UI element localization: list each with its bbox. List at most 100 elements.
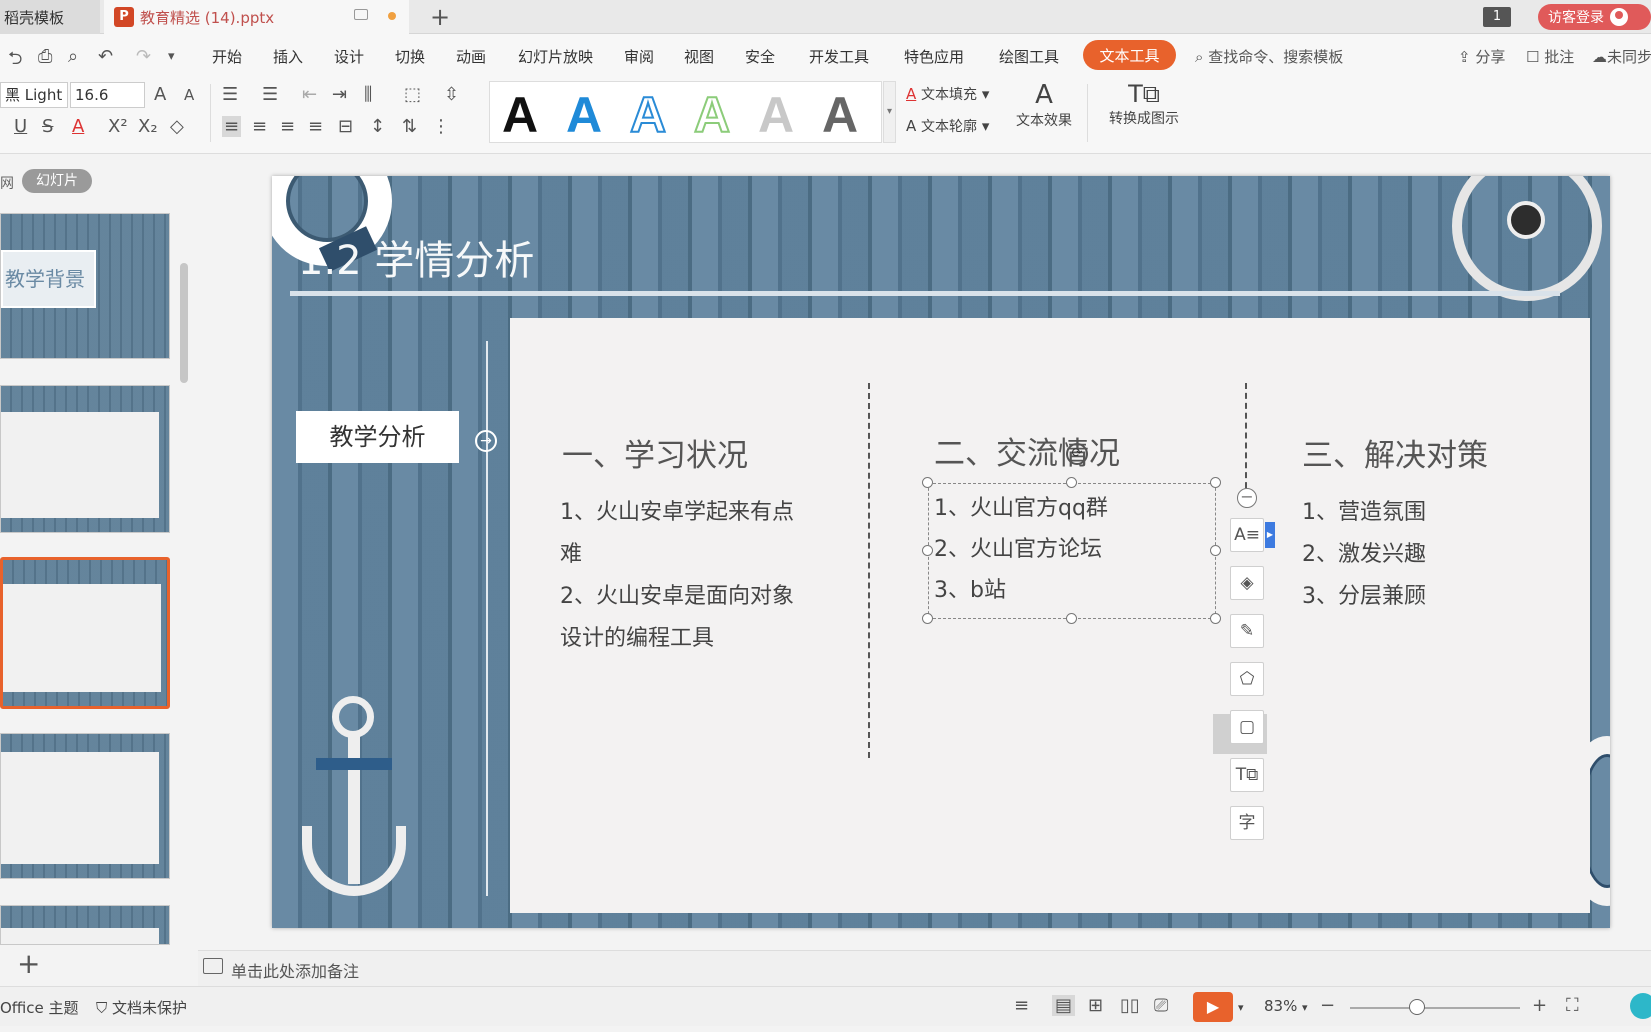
menu-animation[interactable]: 动画 [456,46,486,67]
column-item[interactable]: 设计的编程工具 [560,620,714,652]
slide-title[interactable]: 1.2 学情分析 [298,228,534,286]
column-heading[interactable]: 一、学习状况 [562,430,748,475]
resize-handle[interactable] [1210,545,1221,556]
normal-view-icon[interactable]: ▤ [1052,995,1076,1016]
presenter-icon[interactable]: ⎚ [1154,995,1168,1016]
align-text-icon[interactable]: ⇳ [444,84,459,105]
zoom-slider-knob[interactable] [1409,999,1425,1015]
align-left-icon[interactable]: ≡ [222,116,242,137]
column-item[interactable]: 3、分层兼顾 [1302,578,1426,610]
quick-access-dropdown-icon[interactable]: ▾ [168,49,175,64]
expand-arrow-icon[interactable]: ▶ [1265,522,1275,548]
column-item[interactable]: 1、火山安卓学起来有点 [560,494,794,526]
clear-format-icon[interactable]: ◇ [170,116,184,137]
reading-view-icon[interactable]: ▯▯ [1120,995,1140,1016]
layers-icon[interactable]: ◈ [1230,566,1264,600]
menu-drawing-tools[interactable]: 绘图工具 [999,46,1059,67]
slide-thumbnail[interactable] [0,385,170,533]
text-style-gallery[interactable]: A A A A A A [489,81,882,144]
menu-features[interactable]: 特色应用 [904,46,964,67]
zoom-out-icon[interactable]: − [1320,995,1335,1016]
slide-canvas[interactable]: 1.2 学情分析 教学分析 → 一、学习状况 1、火山安卓学起来有点 难 2、火… [272,176,1610,928]
resize-handle[interactable] [922,545,933,556]
tab-slides[interactable]: 幻灯片 [22,169,92,193]
menu-developer[interactable]: 开发工具 [809,46,869,67]
convert-diagram-button[interactable]: T⧉ 转换成图示 [1098,80,1190,128]
zoom-slider[interactable] [1350,1007,1520,1009]
style-gray[interactable]: A [758,86,794,144]
text-fill-button[interactable]: A 文本填充 ▾ [906,84,989,104]
sync-button[interactable]: ☁未同步 [1592,46,1651,67]
style-green-outline[interactable]: A [693,86,731,144]
text-effect-button[interactable]: A 文本效果 [1008,80,1080,130]
strikethrough-icon[interactable]: S [42,116,53,137]
increase-indent-icon[interactable]: ⇥ [332,84,347,105]
tab-document[interactable]: P 教育精选 (14).pptx [104,0,409,34]
column-item[interactable]: 2、激发兴趣 [1302,536,1426,568]
menu-insert[interactable]: 插入 [273,46,303,67]
menu-home[interactable]: 开始 [212,46,242,67]
redo-icon[interactable]: ↷ [136,46,151,67]
zoom-dropdown-icon[interactable]: ▾ [1302,1001,1308,1014]
undo-icon[interactable]: ↶ [98,46,113,67]
font-size-select[interactable]: 16.6 [70,82,145,108]
column-heading[interactable]: 三、解决对策 [1302,430,1488,475]
new-tab-button[interactable]: + [430,3,450,31]
share-button[interactable]: ⇪ 分享 [1458,46,1505,67]
resize-handle[interactable] [922,613,933,624]
redo-share-icon[interactable]: ⮌ [8,46,22,76]
subscript-icon[interactable]: X₂ [138,116,158,137]
add-slide-button[interactable]: + [17,947,40,980]
superscript-icon[interactable]: X² [108,116,128,137]
text-direction-icon[interactable]: ⬚ [404,84,421,105]
zoom-level[interactable]: 83% [1264,997,1297,1015]
style-blue-outline[interactable]: A [629,86,667,144]
slide-thumbnail-selected[interactable] [0,557,170,709]
slide-sorter-icon[interactable]: ⊞ [1088,995,1103,1016]
text-outline-button[interactable]: A 文本轮廓 ▾ [906,116,989,136]
grow-font-icon[interactable]: A [154,84,166,105]
font-name-select[interactable]: 黑 Light [0,82,68,108]
protection-status[interactable]: ⛉ 文档未保护 [96,997,187,1018]
print-preview-icon[interactable]: ⌕ [68,46,78,67]
notes-bar[interactable]: 单击此处添加备注 [198,950,1651,986]
guest-login-button[interactable]: 访客登录 [1538,4,1651,30]
window-count-badge[interactable]: 1 [1483,7,1511,27]
numbered-list-icon[interactable]: ☰ [262,84,278,105]
columns-icon[interactable]: ⫼ [364,84,372,105]
play-slideshow-button[interactable]: ▶ [1193,992,1233,1022]
notes-placeholder[interactable]: 单击此处添加备注 [231,958,359,982]
assistant-icon[interactable] [1630,993,1651,1019]
bullet-list-icon[interactable]: ☰ [222,84,238,105]
column-item[interactable]: 2、火山安卓是面向对象 [560,578,794,610]
zoom-in-icon[interactable]: + [1532,995,1547,1016]
menu-design[interactable]: 设计 [334,46,364,67]
print-icon[interactable]: ⎙ [38,46,52,67]
distribute-icon[interactable]: ⊟ [338,116,353,137]
style-blue[interactable]: A [566,86,602,144]
section-label-box[interactable]: 教学分析 [296,411,459,463]
menu-view[interactable]: 视图 [684,46,714,67]
column-item[interactable]: 难 [560,536,582,568]
paragraph-settings-icon[interactable]: ⋮ [432,116,450,137]
convert-text-icon[interactable]: T⧉ [1230,758,1264,792]
pen-icon[interactable]: ✎ [1230,614,1264,648]
notes-toggle-icon[interactable]: ≡ [1014,995,1029,1016]
monitor-icon[interactable] [354,9,368,20]
menu-text-tools[interactable]: 文本工具 [1083,40,1176,70]
font-icon[interactable]: 字 [1230,806,1264,840]
column-heading[interactable]: 二、交流情况 [934,428,1120,473]
resize-handle[interactable] [1210,613,1221,624]
collapse-handle-icon[interactable]: − [1237,488,1257,508]
gallery-scroll[interactable]: ▾ [883,81,896,143]
fill-icon[interactable]: ⬠ [1230,662,1264,696]
fit-window-icon[interactable]: ⛶ [1566,995,1579,1016]
style-dark-gray[interactable]: A [822,86,858,144]
panel-scrollbar[interactable] [180,263,188,383]
align-right-icon[interactable]: ≡ [280,116,295,137]
menu-transition[interactable]: 切换 [395,46,425,67]
comment-button[interactable]: ☐ 批注 [1526,46,1574,67]
font-color-icon[interactable]: A [72,116,84,137]
slide-thumbnail[interactable] [0,733,170,879]
resize-handle[interactable] [1066,477,1077,488]
